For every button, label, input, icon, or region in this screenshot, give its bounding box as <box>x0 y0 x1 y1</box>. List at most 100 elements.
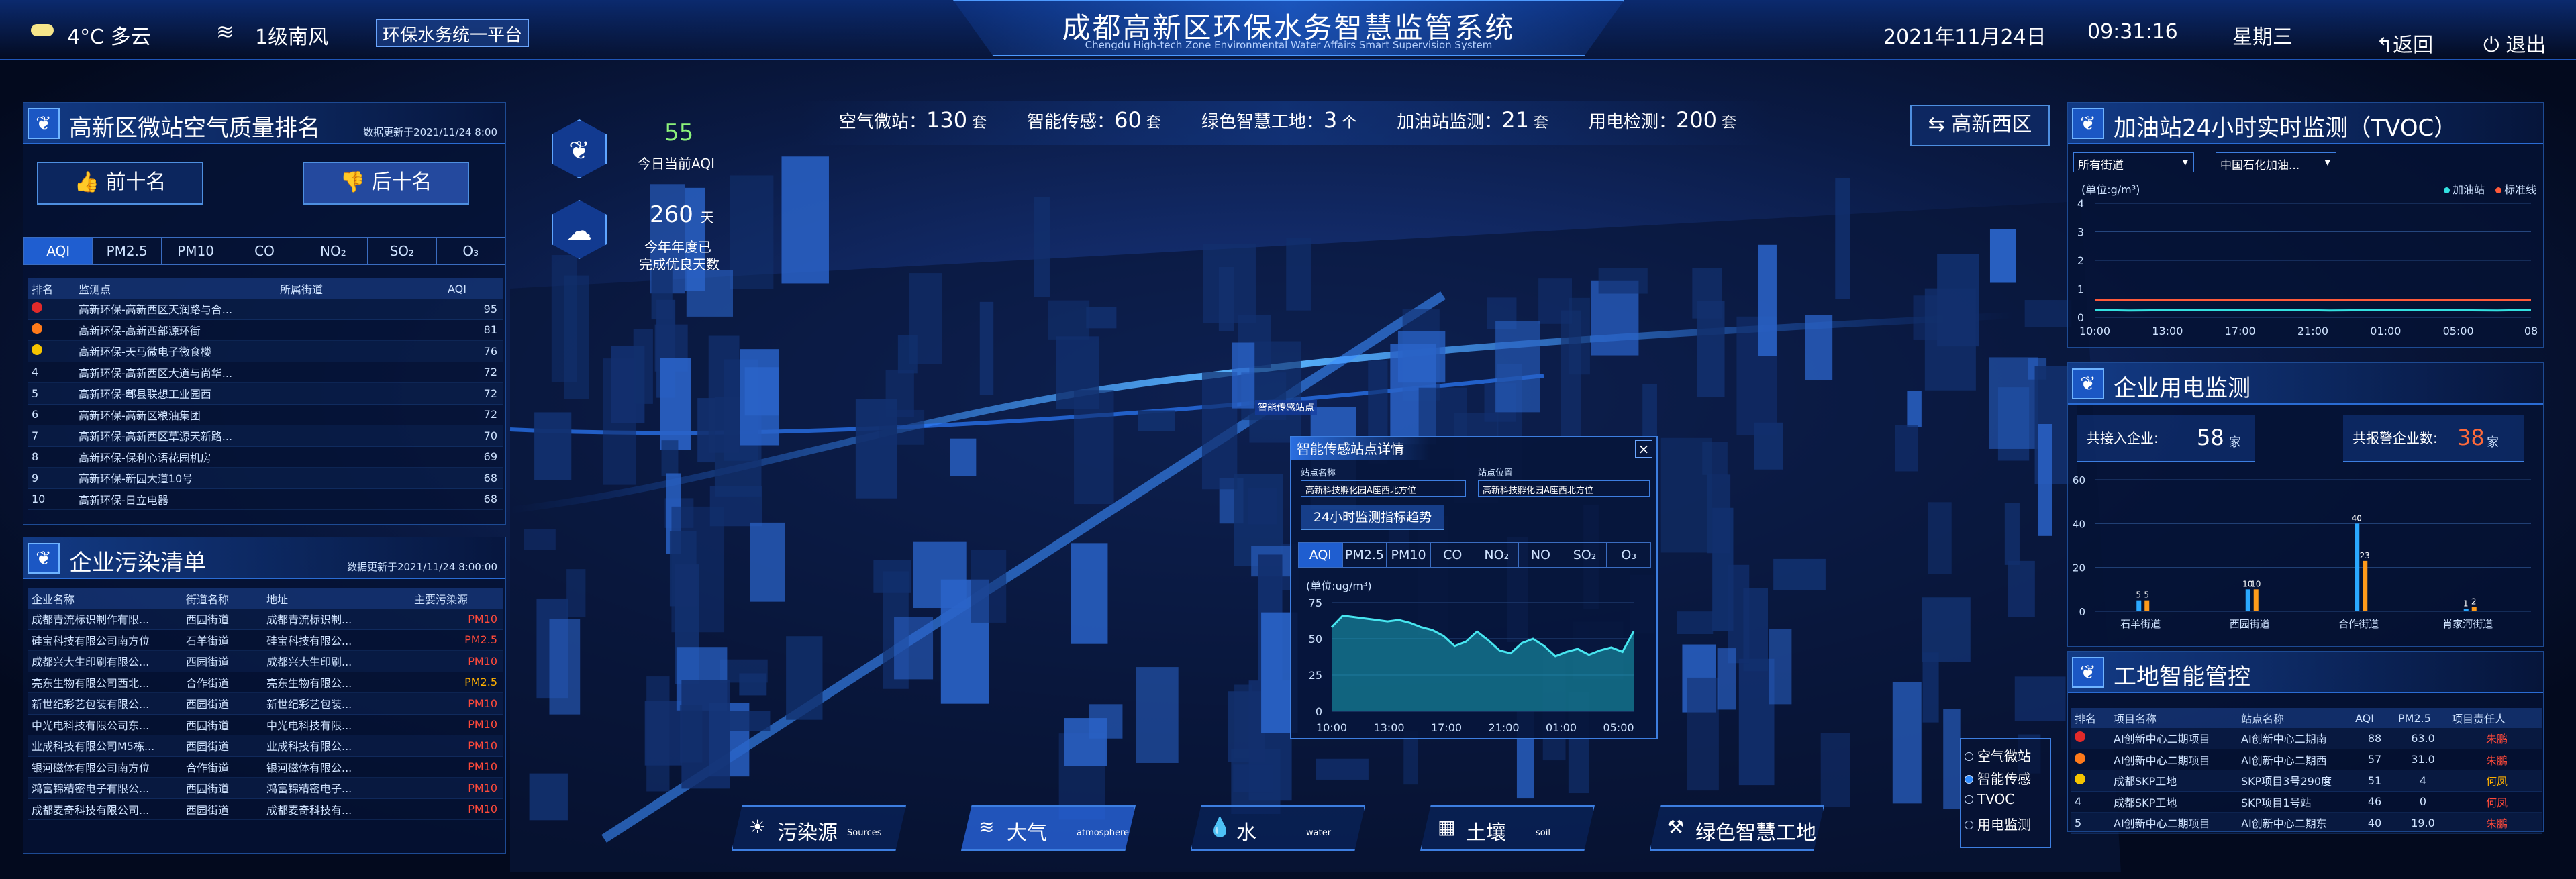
layer-item[interactable]: 智能传感 <box>1965 768 2046 791</box>
table-row[interactable]: 5 AI创新中心二期项目 AI创新中心二期东 40 19.0 朱鹏 <box>2071 813 2542 834</box>
joined-card: 共接入企业: 58 家 <box>2077 415 2255 462</box>
logout-label: 退出 <box>2506 34 2546 57</box>
table-cell: 何凤 <box>2485 775 2508 788</box>
table-row[interactable]: 10 高新环保-日立电器 68 <box>28 489 503 510</box>
layer-item[interactable]: 用电监测 <box>1965 814 2046 837</box>
table-row[interactable]: 6 高新环保-高新区粮油集团 72 <box>28 405 503 425</box>
y-tick-label: 0 <box>2077 311 2084 324</box>
site-title: 工地智能管控 <box>2114 664 2250 690</box>
layer-label: 智能传感 <box>1977 771 2031 787</box>
table-row[interactable]: 高新环保-高新西部源环街 81 <box>28 320 503 341</box>
good-days-label2: 完成优良天数 <box>639 256 720 272</box>
bottom10-button[interactable]: 👎 后十名 <box>303 162 469 205</box>
tab-5[interactable]: NO <box>1519 543 1563 567</box>
table-row[interactable]: 亮东生物有限公司西北... 合作街道 亮东生物有限公... PM2.5 <box>28 672 503 693</box>
table-row[interactable]: 鸿富锦精密电子有限公... 西园街道 鸿富锦精密电子... PM10 <box>28 778 503 799</box>
y-tick-label: 0 <box>1316 705 1322 718</box>
back-button[interactable]: ↰返回 <box>2376 28 2433 58</box>
tab-3[interactable]: CO <box>1431 543 1475 567</box>
table-cell: 高新环保-天马微电子微食楼 <box>79 346 211 359</box>
platform-button[interactable]: 环保水务统一平台 <box>376 19 530 47</box>
table-row[interactable]: 银河磁体有限公司南方位 合作街道 银河磁体有限公... PM10 <box>28 757 503 778</box>
table-row[interactable]: 4 成都SKP工地 SKP项目1号站 46 0 何凤 <box>2071 792 2542 813</box>
nav-button-4[interactable]: ⚒ 绿色智慧工地 <box>1650 805 1824 851</box>
table-row[interactable]: 高新环保-天马微电子微食楼 76 <box>28 341 503 362</box>
table-row[interactable]: 成都兴大生印刷有限公... 西园街道 成都兴大生印刷... PM10 <box>28 651 503 672</box>
table-row[interactable]: 成都SKP工地 SKP项目3号290度 51 4 何凤 <box>2071 770 2542 792</box>
table-cell: 成都SKP工地 <box>2114 796 2177 809</box>
station-select[interactable]: 中国石化加油... ▾ <box>2216 152 2336 172</box>
popup-trend-chart: 75 50 25 0 10:00 13:00 17:00 21:00 01:00 05:00 <box>1309 597 1635 734</box>
power-header: ❦ 企业用电监测 <box>2068 363 2543 405</box>
tab-3[interactable]: CO <box>230 238 299 264</box>
power-bar-chart: 60402005 5石羊街道1010西园街道4023合作街道1 2肖家河街道 <box>2073 474 2531 630</box>
table-row[interactable]: 新世纪彩艺包装有限公... 西园街道 新世纪彩艺包装... PM10 <box>28 693 503 715</box>
nav-sublabel: soil <box>1536 828 1550 838</box>
table-row[interactable]: AI创新中心二期项目 AI创新中心二期南 88 63.0 朱鹏 <box>2071 728 2542 749</box>
top10-button[interactable]: 👍 前十名 <box>37 162 203 205</box>
building <box>971 550 1007 623</box>
table-cell: 高新环保-日立电器 <box>79 493 168 507</box>
table-row[interactable]: 硅宝科技有限公司南方位 石羊街道 硅宝科技有限公... PM2.5 <box>28 630 503 651</box>
logout-button[interactable]: ⏻ 退出 <box>2483 28 2546 58</box>
table-row[interactable]: 中光电科技有限公司东... 西园街道 中光电科技有限... PM10 <box>28 715 503 735</box>
tvoc-panel: ❦ 加油站24小时实时监测（TVOC） 所有街道 ▾ 中国石化加油... ▾ (单位:… <box>2067 102 2544 348</box>
tab-4[interactable]: NO₂ <box>1475 543 1520 567</box>
tab-7[interactable]: O₃ <box>1607 543 1650 567</box>
trend-button[interactable]: 24小时监测指标趋势 <box>1301 505 1444 530</box>
table-cell: 成都SKP工地 <box>2114 775 2177 788</box>
tab-6[interactable]: O₃ <box>437 238 505 264</box>
layer-item[interactable]: TVOC <box>1965 791 2046 814</box>
nav-button-3[interactable]: ▦ 土壤 soil <box>1420 805 1595 851</box>
table-cell: AI创新中心二期项目 <box>2114 733 2210 746</box>
tab-2[interactable]: PM10 <box>1387 543 1431 567</box>
nav-button-1[interactable]: ≋ 大气 atmosphere <box>961 805 1136 851</box>
region-button[interactable]: ⇆ 高新西区 <box>1910 105 2050 146</box>
building <box>1928 502 1952 574</box>
tab-1[interactable]: PM2.5 <box>93 238 162 264</box>
tab-5[interactable]: SO₂ <box>368 238 437 264</box>
building <box>885 369 914 417</box>
bar-value-label: 1 <box>2463 599 2469 609</box>
table-row[interactable]: 业成科技有限公司M5栋... 西园街道 业成科技有限公... PM10 <box>28 735 503 757</box>
table-cell <box>2071 774 2110 787</box>
building <box>2038 424 2052 536</box>
nav-button-2[interactable]: 💧 水 water <box>1191 805 1365 851</box>
street-select[interactable]: 所有街道 ▾ <box>2073 152 2194 172</box>
table-cell: AI创新中心二期项目 <box>2114 754 2210 767</box>
building <box>913 541 967 609</box>
table-row[interactable]: AI创新中心二期项目 AI创新中心二期西 57 31.0 朱鹏 <box>2071 749 2542 770</box>
table-cell: 6 <box>32 408 39 421</box>
table-row[interactable]: 成都麦奇科技有限公司... 西园街道 成都麦奇科技有... PM10 <box>28 799 503 820</box>
table-row[interactable]: 高新环保-高新西区天润路与合... 95 <box>28 299 503 320</box>
table-row[interactable]: 9 高新环保-新园大道10号 68 <box>28 468 503 489</box>
table-cell: 硅宝科技有限公... <box>266 634 352 648</box>
column-header: 地址 <box>266 593 289 606</box>
building <box>660 358 691 450</box>
air-quality-title: 高新区微站空气质量排名 <box>69 115 320 142</box>
stat-counter: 智能传感：60 套 <box>1027 107 1161 133</box>
stat-counter-label: 绿色智慧工地： <box>1201 112 1324 132</box>
table-row[interactable]: 7 高新环保-高新西区草源天新路... 70 <box>28 425 503 447</box>
leaf-icon: ❦ <box>2072 368 2104 399</box>
sensor-map-label[interactable]: 智能传感站点 <box>1255 400 1317 415</box>
popup-close-button[interactable]: × <box>1635 440 1652 458</box>
stat-counter-value: 3 <box>1323 107 1338 133</box>
table-row[interactable]: 8 高新环保-保利心语花园机房 69 <box>28 447 503 468</box>
tab-6[interactable]: SO₂ <box>1563 543 1607 567</box>
tab-2[interactable]: PM10 <box>162 238 231 264</box>
nav-button-0[interactable]: ☀ 污染源 Sources <box>732 805 906 851</box>
tab-0[interactable]: AQI <box>24 238 93 264</box>
tab-0[interactable]: AQI <box>1299 543 1343 567</box>
tab-1[interactable]: PM2.5 <box>1343 543 1387 567</box>
y-tick-label: 2 <box>2077 254 2084 267</box>
building <box>750 522 785 602</box>
layer-item[interactable]: 空气微站 <box>1965 745 2046 768</box>
good-days-value: 260 <box>650 201 693 228</box>
table-cell: 72 <box>483 386 497 400</box>
tab-4[interactable]: NO₂ <box>299 238 368 264</box>
table-row[interactable]: 成都青流标识制作有限... 西园街道 成都青流标识制... PM10 <box>28 609 503 630</box>
table-row[interactable]: 5 高新环保-郫县联想工业园西 72 <box>28 383 503 405</box>
air-quality-header: ❦ 高新区微站空气质量排名 数据更新于2021/11/24 8:00 <box>23 103 505 144</box>
table-row[interactable]: 4 高新环保-高新西区大道与尚华... 72 <box>28 362 503 383</box>
